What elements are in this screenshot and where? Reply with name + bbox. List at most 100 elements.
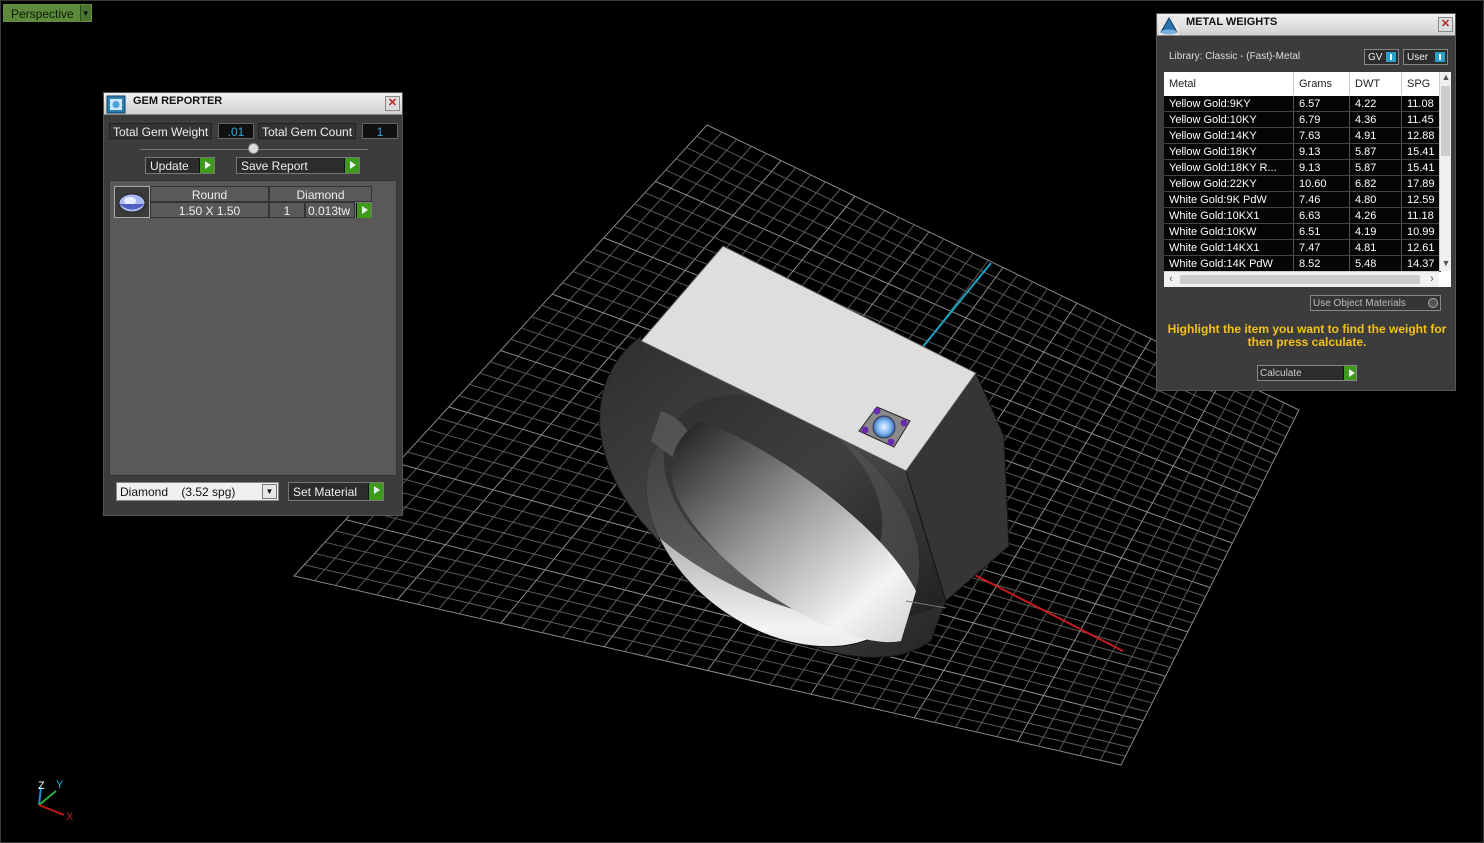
table-cell: 12.59 <box>1402 192 1441 207</box>
table-cell: 4.81 <box>1350 240 1402 255</box>
table-cell: 5.87 <box>1350 160 1402 175</box>
table-row[interactable]: Yellow Gold:18KY R... 9.13 5.87 15.41 <box>1164 160 1441 176</box>
axis-z-label: Z <box>38 780 45 792</box>
chevron-down-icon[interactable]: ▼ <box>79 5 91 21</box>
close-icon[interactable]: ✕ <box>1438 17 1453 32</box>
toggle-icon <box>1386 52 1396 62</box>
metal-weights-titlebar[interactable]: METAL WEIGHTS ✕ <box>1157 14 1455 36</box>
update-button-label: Update <box>150 159 189 173</box>
play-arrow-icon <box>1343 366 1356 380</box>
chevron-down-icon[interactable]: ▼ <box>262 484 277 499</box>
table-cell: 7.47 <box>1294 240 1350 255</box>
material-select[interactable]: Diamond (3.52 spg) ▼ <box>116 482 279 501</box>
chevron-left-icon[interactable]: ‹ <box>1165 273 1177 286</box>
use-object-materials-option[interactable]: Use Object Materials <box>1310 295 1441 311</box>
table-cell: Yellow Gold:22KY <box>1164 176 1294 191</box>
total-gem-weight-label: Total Gem Weight <box>109 123 213 139</box>
table-cell: 4.36 <box>1350 112 1402 127</box>
gv-toggle[interactable]: GV <box>1364 49 1399 65</box>
table-cell: 5.87 <box>1350 144 1402 159</box>
table-cell: Yellow Gold:18KY R... <box>1164 160 1294 175</box>
gv-toggle-label: GV <box>1368 52 1383 63</box>
gem-count-cell: 1 <box>269 202 305 218</box>
table-cell: White Gold:10KX1 <box>1164 208 1294 223</box>
table-cell: 10.60 <box>1294 176 1350 191</box>
table-row[interactable]: White Gold:9K PdW 7.46 4.80 12.59 <box>1164 192 1441 208</box>
table-cell: 6.51 <box>1294 224 1350 239</box>
table-cell: 12.88 <box>1402 128 1441 143</box>
chevron-down-icon[interactable]: ▼ <box>1440 258 1451 271</box>
table-cell: 6.82 <box>1350 176 1402 191</box>
table-row[interactable]: White Gold:10KX1 6.63 4.26 11.18 <box>1164 208 1441 224</box>
column-header-spg[interactable]: SPG <box>1402 72 1441 95</box>
gem-reporter-titlebar[interactable]: GEM REPORTER ✕ <box>104 93 402 115</box>
total-gem-weight-value: .01 <box>218 123 254 139</box>
view-mode-label: Perspective <box>4 5 80 21</box>
close-icon[interactable]: ✕ <box>385 96 400 111</box>
gem-shape-cell: Round <box>150 186 269 202</box>
table-cell: White Gold:10KW <box>1164 224 1294 239</box>
save-report-button-label: Save Report <box>241 159 308 173</box>
table-cell: 15.41 <box>1402 144 1441 159</box>
scroll-thumb[interactable] <box>1180 275 1420 284</box>
update-button[interactable]: Update <box>145 157 215 174</box>
table-cell: 7.63 <box>1294 128 1350 143</box>
column-header-grams[interactable]: Grams <box>1294 72 1350 95</box>
table-cell: 8.52 <box>1294 256 1350 271</box>
table-cell: Yellow Gold:10KY <box>1164 112 1294 127</box>
radio-icon[interactable] <box>1428 298 1438 308</box>
play-arrow-icon <box>199 158 214 173</box>
gem-reporter-panel: GEM REPORTER ✕ Total Gem Weight .01 Tota… <box>103 92 403 516</box>
table-cell: 6.79 <box>1294 112 1350 127</box>
set-material-button-label: Set Material <box>293 485 358 499</box>
column-header-metal[interactable]: Metal <box>1164 72 1294 95</box>
table-cell: 9.13 <box>1294 144 1350 159</box>
chevron-right-icon[interactable]: › <box>1426 273 1438 286</box>
gem-select-button[interactable] <box>355 202 372 218</box>
total-gem-count-value: 1 <box>362 123 398 139</box>
table-row[interactable]: Yellow Gold:14KY 7.63 4.91 12.88 <box>1164 128 1441 144</box>
table-cell: 11.18 <box>1402 208 1441 223</box>
calculate-button[interactable]: Calculate <box>1257 365 1357 381</box>
view-mode-dropdown[interactable]: Perspective ▼ <box>3 4 92 22</box>
collapse-handle[interactable] <box>248 143 259 154</box>
chevron-up-icon[interactable]: ▲ <box>1440 72 1451 85</box>
play-arrow-icon <box>368 483 383 500</box>
save-report-button[interactable]: Save Report <box>236 157 360 174</box>
table-cell: 11.45 <box>1402 112 1441 127</box>
gem-reporter-icon <box>106 95 126 114</box>
table-row[interactable]: Yellow Gold:10KY 6.79 4.36 11.45 <box>1164 112 1441 128</box>
column-header-dwt[interactable]: DWT <box>1350 72 1402 95</box>
play-arrow-icon <box>344 158 359 173</box>
3d-viewport[interactable]: Z Y X Perspective ▼ GEM REPORTER ✕ Total… <box>0 0 1484 843</box>
total-gem-count: Total Gem Count 1 <box>258 123 398 139</box>
metal-weights-panel: METAL WEIGHTS ✕ Library: Classic - (Fast… <box>1156 13 1456 391</box>
metal-weights-title: METAL WEIGHTS <box>1186 16 1278 28</box>
gem-thumbnail[interactable] <box>114 186 150 218</box>
table-row[interactable]: White Gold:10KW 6.51 4.19 10.99 <box>1164 224 1441 240</box>
gem-list: Round Diamond 1.50 X 1.50 1 0.013tw <box>109 180 397 476</box>
user-toggle-label: User <box>1407 52 1429 63</box>
table-row[interactable]: Yellow Gold:22KY 10.60 6.82 17.89 <box>1164 176 1441 192</box>
horizontal-scrollbar[interactable]: ‹ › <box>1164 271 1439 287</box>
table-cell: 15.41 <box>1402 160 1441 175</box>
table-row[interactable]: White Gold:14K PdW 8.52 5.48 14.37 <box>1164 256 1441 272</box>
table-row[interactable]: White Gold:14KX1 7.47 4.81 12.61 <box>1164 240 1441 256</box>
user-toggle[interactable]: User <box>1403 49 1448 65</box>
table-cell: 12.61 <box>1402 240 1441 255</box>
table-row[interactable]: Yellow Gold:9KY 6.57 4.22 11.08 <box>1164 96 1441 112</box>
axis-x-label: X <box>66 811 74 823</box>
table-cell: 5.48 <box>1350 256 1402 271</box>
total-gem-count-label: Total Gem Count <box>258 123 357 139</box>
table-row[interactable]: Yellow Gold:18KY 9.13 5.87 15.41 <box>1164 144 1441 160</box>
table-cell: 4.91 <box>1350 128 1402 143</box>
metal-table: Metal Grams DWT SPG Yellow Gold:9KY 6.57 4… <box>1164 72 1451 287</box>
vertical-scrollbar[interactable]: ▲ ▼ <box>1439 72 1451 271</box>
set-material-button[interactable]: Set Material <box>288 482 384 501</box>
metal-table-header: Metal Grams DWT SPG <box>1164 72 1441 95</box>
scroll-thumb[interactable] <box>1441 86 1450 156</box>
round-gem-icon <box>118 193 146 213</box>
play-arrow-icon <box>356 203 371 218</box>
instruction-text: Highlight the item you want to find the … <box>1167 322 1447 349</box>
axis-gizmo: Z Y X <box>38 779 74 823</box>
